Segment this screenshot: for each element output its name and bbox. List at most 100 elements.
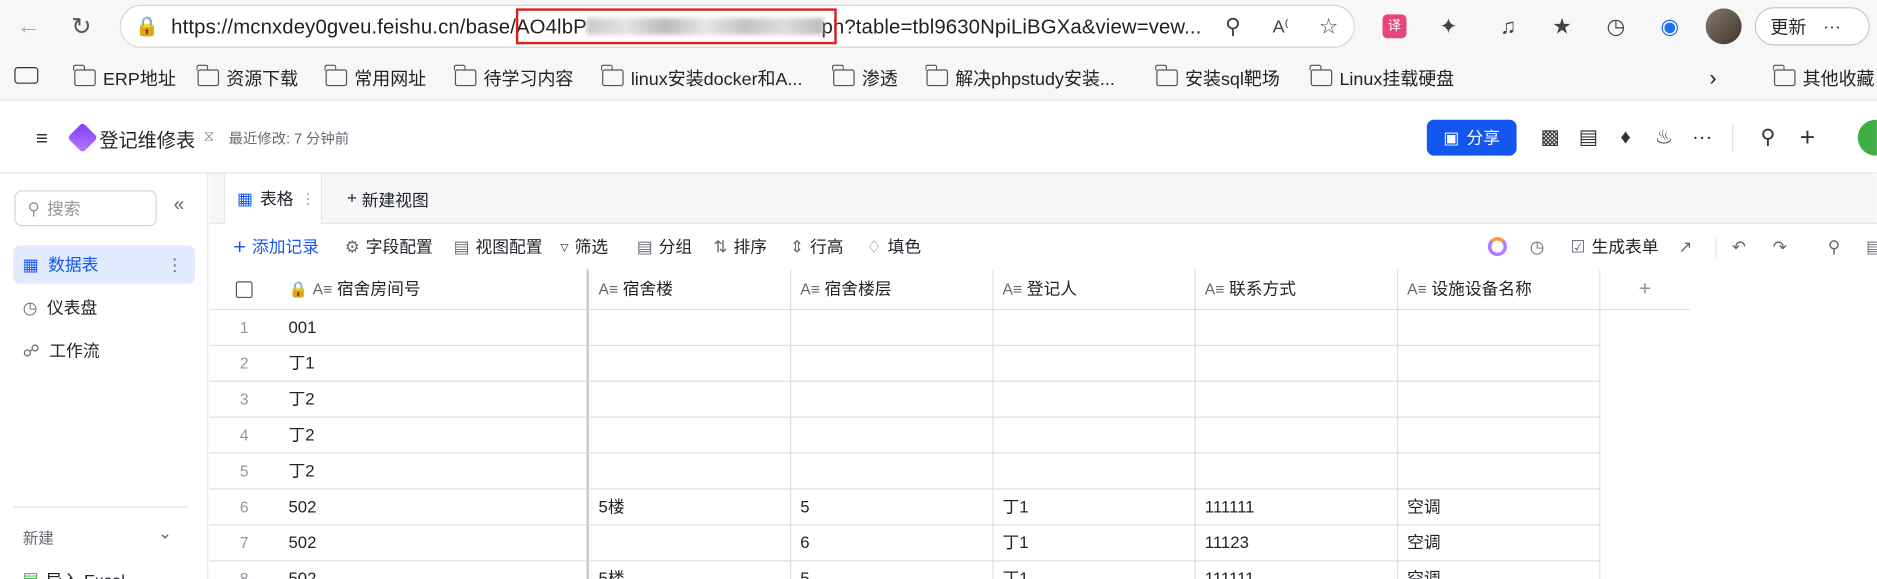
table-cell[interactable]: 丁1 (992, 524, 1196, 561)
zoom-icon[interactable]: ⚲ (1215, 10, 1251, 44)
update-button[interactable]: 更新 ··· (1754, 7, 1870, 46)
chevron-down-icon[interactable]: ⌄ (158, 523, 172, 543)
back-icon[interactable]: ← (12, 10, 46, 44)
table-cell[interactable] (790, 416, 993, 454)
table-cell[interactable]: 空调 (1396, 488, 1600, 525)
table-cell[interactable]: 丁1 (278, 344, 589, 382)
table-cell[interactable] (587, 380, 791, 418)
column-header[interactable]: A≡ 宿舍楼 (587, 269, 791, 310)
table-cell[interactable] (790, 308, 993, 346)
row-height-button[interactable]: ⇕ 行高 (790, 235, 844, 259)
table-cell[interactable]: 111111 (1194, 560, 1398, 579)
bookmark-item[interactable]: 解决phpstudy安装... (925, 64, 1115, 91)
refresh-icon[interactable]: ↻ (65, 10, 99, 44)
expand-icon[interactable]: ▤ (1866, 235, 1877, 259)
table-cell[interactable] (992, 344, 1196, 382)
bookmark-item[interactable]: Linux挂载硬盘 (1309, 64, 1454, 91)
document-title[interactable]: 登记维修表 (99, 124, 195, 153)
search-records-icon[interactable]: ⚲ (1828, 235, 1840, 259)
media-icon[interactable]: ♫ (1490, 10, 1526, 44)
table-row[interactable]: 2 丁1 (209, 344, 1690, 382)
column-header[interactable]: A≡ 登记人 (992, 269, 1196, 310)
table-cell[interactable] (992, 452, 1196, 489)
history-icon[interactable]: ◷ (1530, 235, 1545, 259)
avatar[interactable] (1857, 119, 1877, 156)
table-cell[interactable] (992, 416, 1196, 454)
table-cell[interactable] (1396, 452, 1600, 489)
bookmark-item[interactable]: 渗透 (832, 64, 898, 91)
table-cell[interactable] (1194, 452, 1398, 489)
group-button[interactable]: ▤ 分组 (637, 235, 692, 259)
favorites-icon[interactable]: ★ (1544, 10, 1580, 44)
plugin-icon[interactable]: ♦ (1611, 123, 1640, 152)
favorite-star-icon[interactable]: ☆ (1311, 10, 1347, 44)
table-cell[interactable]: 502 (278, 560, 589, 579)
collapse-sidebar-icon[interactable]: « (174, 195, 185, 217)
more-vertical-icon[interactable]: ⋮ (301, 190, 315, 207)
bookmark-item[interactable]: 安装sql靶场 (1155, 64, 1280, 91)
select-all-checkbox[interactable] (209, 269, 279, 310)
table-cell[interactable] (587, 524, 791, 561)
table-row[interactable]: 6 502 5楼 5 丁1 111111 空调 (209, 488, 1690, 525)
table-cell[interactable]: 6 (790, 524, 993, 561)
extensions-icon[interactable]: ✦ (1430, 10, 1466, 44)
import-excel-item[interactable]: ▤导入 Excel (23, 569, 125, 579)
table-cell[interactable] (1194, 380, 1398, 418)
table-cell[interactable]: 502 (278, 488, 589, 525)
bookmark-item[interactable]: ERP地址 (73, 64, 176, 91)
add-column-icon[interactable]: + (1599, 269, 1691, 310)
history-icon[interactable]: ◷ (1598, 10, 1634, 44)
table-row[interactable]: 4 丁2 (209, 416, 1690, 454)
table-cell[interactable] (587, 416, 791, 454)
table-cell[interactable] (992, 380, 1196, 418)
table-cell[interactable] (1194, 416, 1398, 454)
sort-button[interactable]: ⇅ 排序 (713, 235, 767, 259)
table-cell[interactable] (992, 308, 1196, 346)
search-icon[interactable]: ⚲ (1754, 123, 1783, 152)
table-cell[interactable]: 丁2 (278, 452, 589, 489)
table-cell[interactable]: 5 (790, 488, 993, 525)
more-icon[interactable]: ··· (1688, 123, 1717, 152)
table-row[interactable]: 5 丁2 (209, 452, 1690, 489)
table-cell[interactable] (1396, 380, 1600, 418)
add-icon[interactable]: + (1793, 122, 1822, 152)
column-header[interactable]: A≡ 联系方式 (1194, 269, 1398, 310)
column-header[interactable]: A≡ 设施设备名称 (1396, 269, 1600, 310)
ai-icon[interactable] (1487, 237, 1508, 257)
other-bookmarks[interactable]: 其他收藏 (1773, 64, 1875, 91)
template-icon[interactable]: ▤ (1574, 123, 1603, 152)
add-record-button[interactable]: + 添加记录 (233, 234, 319, 259)
table-cell[interactable] (1396, 344, 1600, 382)
generate-form-button[interactable]: ☑ 生成表单 (1570, 235, 1658, 259)
robot-icon[interactable]: ▩ (1536, 123, 1565, 152)
undo-icon[interactable]: ↶ (1732, 235, 1746, 259)
table-cell[interactable]: 丁2 (278, 416, 589, 454)
table-row[interactable]: 7 502 6 丁1 11123 空调 (209, 524, 1690, 561)
pin-icon[interactable]: ⧖ (203, 127, 214, 146)
table-cell[interactable]: 502 (278, 524, 589, 561)
table-cell[interactable]: 丁1 (992, 488, 1196, 525)
table-cell[interactable]: 111111 (1194, 488, 1398, 525)
table-cell[interactable]: 5 (790, 560, 993, 579)
sidebar-toggle-icon[interactable]: ≡ (28, 124, 57, 153)
filter-button[interactable]: ▿ 筛选 (560, 235, 608, 259)
table-cell[interactable] (1194, 344, 1398, 382)
table-cell[interactable]: 丁2 (278, 380, 589, 418)
table-cell[interactable] (1396, 416, 1600, 454)
more-vertical-icon[interactable]: ⋮ (166, 254, 183, 274)
table-row[interactable]: 8 502 5楼 5 丁1 111111 空调 (209, 560, 1690, 579)
new-view-button[interactable]: + 新建视图 (347, 188, 429, 212)
profile-avatar[interactable] (1705, 8, 1742, 45)
table-cell[interactable] (1194, 308, 1398, 346)
translate-extension-icon[interactable]: 译 (1382, 14, 1407, 39)
table-cell[interactable]: 空调 (1396, 524, 1600, 561)
search-input[interactable]: ⚲ 搜索 (14, 190, 157, 227)
tab-grid-view[interactable]: ▦ 表格 ⋮ (223, 173, 322, 224)
table-cell[interactable]: 丁1 (992, 560, 1196, 579)
more-icon[interactable]: ··· (1823, 16, 1841, 36)
fill-color-button[interactable]: ♢ 填色 (867, 235, 922, 259)
table-cell[interactable]: 5楼 (587, 488, 791, 525)
table-cell[interactable]: 11123 (1194, 524, 1398, 561)
sidebar-item-tables[interactable]: ▦ 数据表 ⋮ (13, 245, 196, 284)
address-bar[interactable]: 🔒 https://mcnxdey0gveu.feishu.cn/base/AO… (119, 4, 1356, 48)
